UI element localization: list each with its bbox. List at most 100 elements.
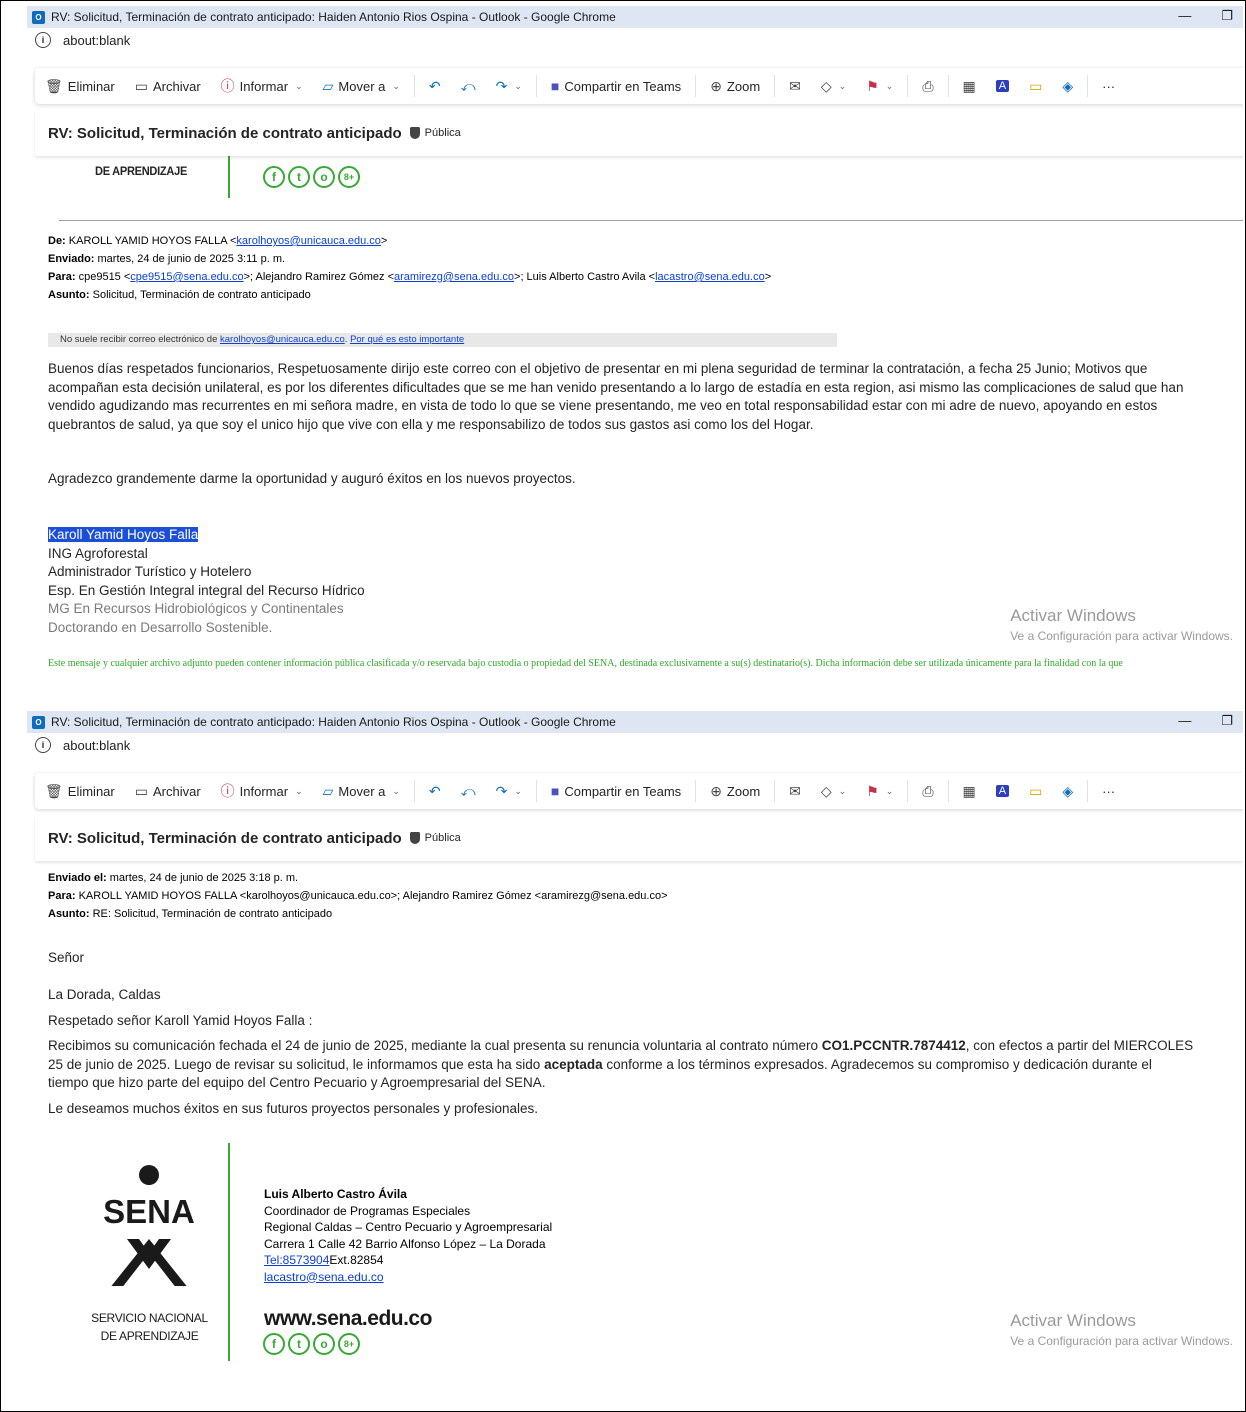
- report-button[interactable]: ⓘ Informar ⌄: [211, 777, 313, 805]
- apps-button[interactable]: ▦: [953, 72, 986, 100]
- diamond-icon: ◈: [1062, 782, 1074, 799]
- why-important-link[interactable]: Por qué es esto importante: [350, 334, 464, 345]
- coordinator-signature: Luis Alberto Castro Ávila Coordinador de…: [264, 1187, 553, 1284]
- apps-button[interactable]: ▦: [953, 777, 986, 805]
- forward-icon: ↷: [495, 782, 508, 799]
- message-subject: RV: Solicitud, Terminación de contrato a…: [48, 124, 402, 142]
- printer-icon: ⎙: [922, 77, 934, 94]
- googleplus-icon[interactable]: 8+: [338, 1333, 360, 1355]
- reply-icon: ↶: [428, 782, 441, 799]
- printer-icon: ⎙: [922, 782, 934, 799]
- reply-all-button[interactable]: ⤺: [451, 72, 486, 100]
- restore-icon[interactable]: ❐: [1221, 713, 1233, 729]
- disclaimer-text: Este mensaje y cualquier archivo adjunto…: [48, 658, 1123, 669]
- body-line: vendido agudizando mas recurrentes en mi…: [48, 398, 1158, 413]
- subject-line: Asunto: Solicitud, Terminación de contra…: [48, 289, 311, 301]
- instagram-icon[interactable]: o: [313, 166, 335, 188]
- from-email-link[interactable]: karolhoyos@unicauca.edu.co: [236, 235, 380, 247]
- categorize-button[interactable]: ◇ ⌄: [811, 72, 856, 100]
- delete-button[interactable]: 🗑 Eliminar: [35, 72, 125, 100]
- sync-button[interactable]: ◈: [1052, 777, 1083, 805]
- reply-icon: ↶: [428, 77, 441, 94]
- minimize-icon[interactable]: —: [1178, 8, 1191, 24]
- to-email-link[interactable]: aramirezg@sena.edu.co: [394, 271, 514, 283]
- subject-bar: RV: Solicitud, Terminación de contrato a…: [35, 815, 1243, 861]
- flag-button[interactable]: ⚑ ⌄: [856, 72, 903, 100]
- toolbar-separator: [947, 780, 949, 802]
- chevron-down-icon: ⌄: [838, 785, 847, 796]
- zoom-button[interactable]: ⊕ Zoom: [700, 72, 770, 100]
- move-button[interactable]: ▱ Mover a ⌄: [313, 72, 410, 100]
- folder-move-icon: ▱: [322, 77, 334, 94]
- googleplus-icon[interactable]: 8+: [338, 166, 360, 188]
- location: La Dorada, Caldas: [48, 987, 161, 1002]
- pdf-button[interactable]: A: [986, 72, 1019, 100]
- warning-icon: ⓘ: [220, 783, 235, 799]
- archive-icon: ▭: [134, 782, 148, 799]
- to-email-link[interactable]: cpe9515@sena.edu.co: [130, 271, 243, 283]
- mark-read-button[interactable]: ✉: [779, 777, 811, 805]
- more-options-button[interactable]: ···: [1092, 777, 1125, 805]
- facebook-icon[interactable]: f: [263, 1333, 285, 1355]
- forward-button[interactable]: ↷ ⌄: [486, 72, 532, 100]
- sena-website[interactable]: www.sena.edu.co: [264, 1307, 432, 1331]
- share-teams-button[interactable]: ■ Compartir en Teams: [541, 777, 691, 805]
- flag-button[interactable]: ⚑ ⌄: [856, 777, 903, 805]
- archive-icon: ▭: [134, 77, 148, 94]
- twitter-icon[interactable]: t: [288, 166, 310, 188]
- phone-link[interactable]: Tel:8573904: [264, 1253, 329, 1267]
- share-teams-button[interactable]: ■ Compartir en Teams: [541, 72, 691, 100]
- toolbar-separator: [695, 780, 697, 802]
- chevron-down-icon: ⌄: [514, 785, 522, 796]
- warning-email-link[interactable]: karolhoyos@unicauca.edu.co: [220, 334, 345, 345]
- toolbar-separator: [695, 75, 697, 97]
- restore-icon[interactable]: ❐: [1221, 8, 1233, 24]
- twitter-icon[interactable]: t: [288, 1333, 310, 1355]
- move-button[interactable]: ▱ Mover a ⌄: [313, 777, 410, 805]
- archive-button[interactable]: ▭ Archivar: [125, 777, 211, 805]
- more-options-button[interactable]: ···: [1092, 72, 1125, 100]
- flag-icon: ⚑: [866, 77, 879, 94]
- to-line: Para: cpe9515 <cpe9515@sena.edu.co>; Ale…: [48, 271, 772, 283]
- chevron-down-icon: ⌄: [295, 785, 303, 796]
- address-text: about:blank: [63, 737, 131, 753]
- print-button[interactable]: ⎙: [912, 72, 943, 100]
- pdf-button[interactable]: A: [986, 777, 1019, 805]
- info-icon[interactable]: i: [35, 737, 51, 753]
- instagram-icon[interactable]: o: [313, 1333, 335, 1355]
- shield-icon: [409, 127, 420, 139]
- outlook-icon: O: [32, 715, 45, 729]
- trash-icon: 🗑: [45, 77, 63, 94]
- greeting: Señor: [48, 950, 85, 965]
- zoom-button[interactable]: ⊕ Zoom: [700, 777, 770, 805]
- reply-body: Recibimos su comunicación fechada el 24 …: [48, 1038, 1194, 1090]
- sync-button[interactable]: ◈: [1052, 72, 1083, 100]
- tag-icon: ◇: [820, 782, 832, 799]
- address-bar[interactable]: i about:blank: [27, 28, 1243, 52]
- signature-email-link[interactable]: lacastro@sena.edu.co: [264, 1270, 384, 1284]
- reply-button[interactable]: ↶: [419, 72, 451, 100]
- title-bar: O RV: Solicitud, Terminación de contrato…: [27, 711, 1243, 733]
- info-icon[interactable]: i: [35, 32, 51, 48]
- minimize-icon[interactable]: —: [1178, 713, 1191, 729]
- mark-read-button[interactable]: ✉: [779, 72, 811, 100]
- print-button[interactable]: ⎙: [912, 777, 943, 805]
- facebook-icon[interactable]: f: [263, 166, 285, 188]
- addin-button[interactable]: ▭: [1019, 777, 1052, 805]
- delete-button[interactable]: 🗑 Eliminar: [35, 777, 125, 805]
- archive-button[interactable]: ▭ Archivar: [125, 72, 211, 100]
- addin-button[interactable]: ▭: [1019, 72, 1052, 100]
- contract-number: CO1.PCCNTR.7874412: [821, 1038, 966, 1053]
- forward-button[interactable]: ↷ ⌄: [486, 777, 532, 805]
- to-email-link[interactable]: lacastro@sena.edu.co: [655, 271, 765, 283]
- reply-button[interactable]: ↶: [419, 777, 451, 805]
- address-bar[interactable]: i about:blank: [27, 733, 1243, 757]
- from-line: De: KAROLL YAMID HOYOS FALLA <karolhoyos…: [48, 235, 388, 247]
- categorize-button[interactable]: ◇ ⌄: [811, 777, 856, 805]
- flag-icon: ⚑: [866, 782, 879, 799]
- forward-icon: ↷: [495, 77, 508, 94]
- report-button[interactable]: ⓘ Informar ⌄: [211, 72, 313, 100]
- reply-all-button[interactable]: ⤺: [451, 777, 486, 805]
- sena-logo-graphic: SENA: [103, 1165, 195, 1289]
- addin-icon: ▭: [1029, 782, 1043, 799]
